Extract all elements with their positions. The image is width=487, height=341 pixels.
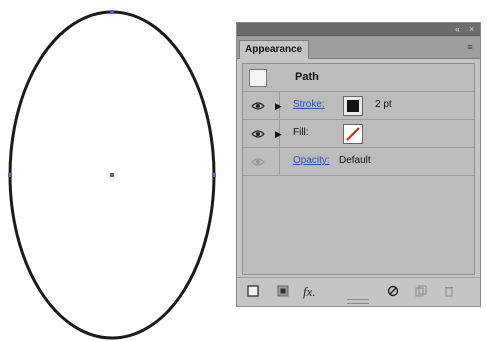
column-divider xyxy=(279,148,280,175)
close-panel-icon[interactable]: × xyxy=(469,23,474,35)
panel-title-bar[interactable]: « × xyxy=(237,23,480,36)
anchor-right[interactable] xyxy=(212,173,216,177)
collapse-panel-icon[interactable]: « xyxy=(455,23,460,35)
appearance-panel: « × Appearance ≡ Path ▶ Stroke: 2 pt ▶ F… xyxy=(236,22,481,307)
stroke-color-chip xyxy=(347,100,359,112)
tab-appearance[interactable]: Appearance xyxy=(239,40,309,59)
opacity-link[interactable]: Opacity: xyxy=(293,155,330,166)
eye-icon[interactable] xyxy=(251,101,265,111)
stroke-row[interactable]: ▶ Stroke: 2 pt xyxy=(243,92,474,120)
panel-footer-toolbar: fx. xyxy=(237,277,480,306)
panel-menu-icon[interactable]: ≡ xyxy=(464,42,476,52)
stroke-swatch[interactable] xyxy=(343,96,363,116)
stroke-link[interactable]: Stroke: xyxy=(293,99,325,110)
eye-icon[interactable] xyxy=(251,129,265,139)
expand-triangle-icon[interactable]: ▶ xyxy=(275,129,282,139)
opacity-row[interactable]: Opacity: Default xyxy=(243,148,474,176)
anchor-left[interactable] xyxy=(8,173,12,177)
object-type-label: Path xyxy=(295,71,319,83)
fx-icon[interactable]: fx. xyxy=(303,285,316,298)
delete-icon xyxy=(443,285,455,298)
resize-grip[interactable] xyxy=(347,299,369,304)
panel-tabstrip: Appearance ≡ xyxy=(237,36,480,59)
path-row[interactable]: Path xyxy=(243,64,474,92)
stroke-weight-value: 2 pt xyxy=(375,99,392,110)
new-art-icon[interactable] xyxy=(247,285,259,298)
center-point-handle[interactable] xyxy=(110,173,114,177)
eye-icon xyxy=(251,158,265,166)
clear-appearance-icon[interactable] xyxy=(277,285,289,298)
duplicate-icon xyxy=(415,285,427,298)
fill-swatch-none[interactable] xyxy=(343,124,363,144)
no-symbol-icon[interactable] xyxy=(387,285,399,298)
fill-label: Fill: xyxy=(293,127,309,138)
path-thumbnail xyxy=(249,69,267,87)
expand-triangle-icon[interactable]: ▶ xyxy=(275,101,282,111)
no-fill-slash-icon xyxy=(346,127,360,141)
opacity-value: Default xyxy=(339,155,371,166)
appearance-list: Path ▶ Stroke: 2 pt ▶ Fill: Opacity: Def… xyxy=(242,63,475,275)
anchor-top[interactable] xyxy=(110,10,114,14)
fill-row[interactable]: ▶ Fill: xyxy=(243,120,474,148)
